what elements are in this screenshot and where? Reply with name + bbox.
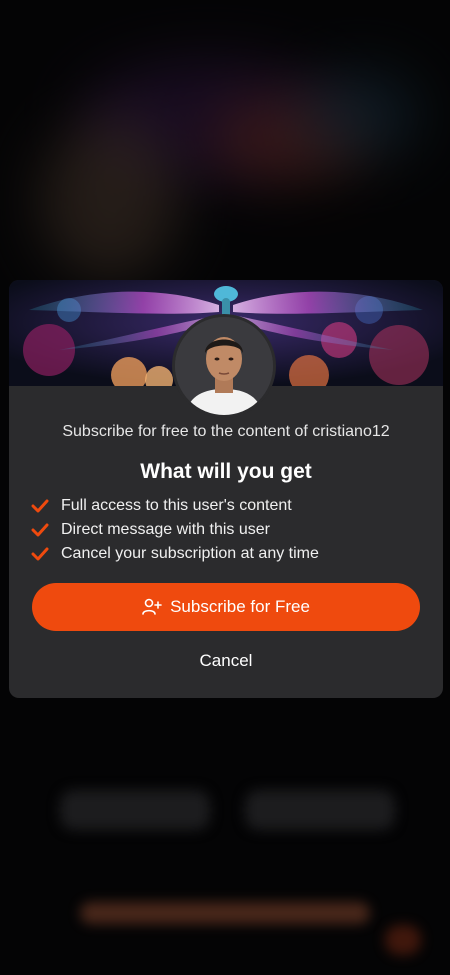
avatar-image (175, 317, 273, 415)
benefit-label: Cancel your subscription at any time (61, 545, 319, 562)
check-icon (31, 547, 49, 561)
add-user-icon (142, 598, 162, 615)
check-icon (31, 499, 49, 513)
list-item: Full access to this user's content (31, 494, 319, 518)
subscribe-button-label: Subscribe for Free (170, 597, 310, 616)
list-item: Direct message with this user (31, 518, 319, 542)
cancel-button[interactable]: Cancel (9, 650, 443, 672)
benefit-label: Full access to this user's content (61, 497, 292, 514)
benefits-heading: What will you get (140, 460, 312, 483)
benefits-list: Full access to this user's content Direc… (31, 494, 319, 566)
subscribe-button[interactable]: Subscribe for Free (32, 583, 420, 631)
benefit-label: Direct message with this user (61, 521, 270, 538)
list-item: Cancel your subscription at any time (31, 542, 319, 566)
check-icon (31, 523, 49, 537)
avatar (172, 314, 276, 418)
app-screen: Subscribe for free to the content of cri… (0, 0, 450, 975)
subscribe-subtitle: Subscribe for free to the content of cri… (62, 423, 390, 440)
subscribe-modal: Subscribe for free to the content of cri… (9, 280, 443, 698)
